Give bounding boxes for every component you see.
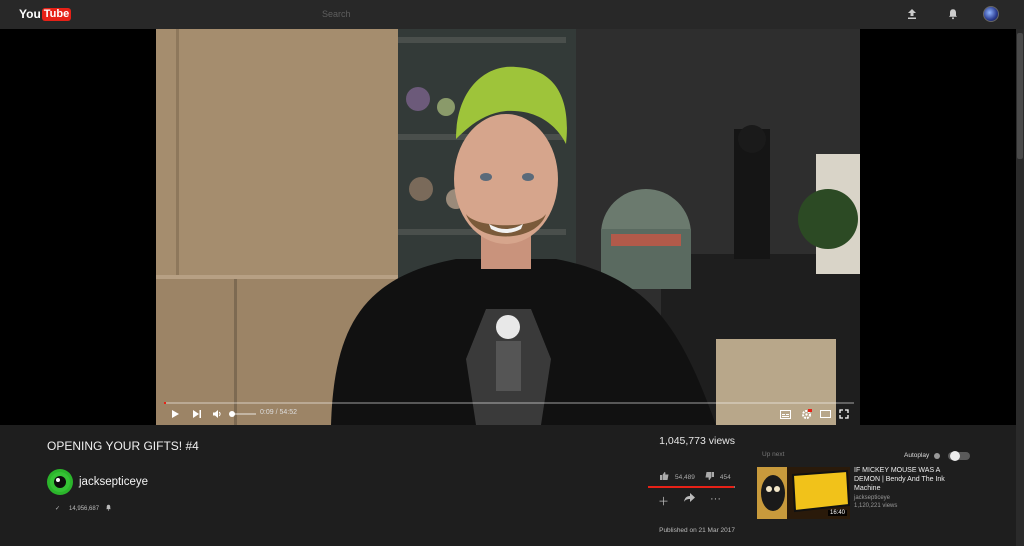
like-dislike-row: 54,489 454: [660, 472, 731, 482]
video-title: OPENING YOUR GIFTS! #4: [47, 439, 199, 453]
upload-icon[interactable]: [904, 6, 920, 22]
account-avatar[interactable]: [983, 6, 999, 22]
search-input[interactable]: [322, 6, 702, 22]
publish-date: Published on 21 Mar 2017: [659, 527, 735, 534]
channel-avatar[interactable]: [47, 469, 73, 495]
recommendation-duration: 16:40: [827, 510, 847, 516]
logo-you-text: You: [19, 7, 41, 21]
subtitles-icon[interactable]: [779, 408, 791, 420]
like-ratio-bar: [648, 486, 735, 488]
autoplay-toggle-knob[interactable]: [950, 451, 960, 461]
settings-gear-icon[interactable]: [800, 408, 812, 420]
logo-tube-text: Tube: [41, 7, 72, 21]
dislike-ratio-fill: [734, 486, 735, 488]
page-scrollbar-thumb[interactable]: [1017, 33, 1023, 159]
notifications-bell-icon[interactable]: [945, 6, 961, 22]
video-info-section: OPENING YOUR GIFTS! #4 1,045,773 views j…: [0, 425, 1016, 546]
channel-name[interactable]: jacksepticeye: [79, 476, 148, 488]
volume-knob[interactable]: [229, 411, 235, 417]
video-actions: ＋ ···: [658, 493, 721, 509]
top-bar: You Tube: [0, 0, 1024, 29]
play-icon[interactable]: [169, 408, 181, 420]
player-controls: 0:09 / 54:52: [156, 399, 860, 425]
thumbs-up-icon[interactable]: [660, 472, 669, 482]
recommendation-channel: jacksepticeye: [854, 495, 891, 501]
player-stage: 0:09 / 54:52: [0, 29, 1024, 425]
volume-icon[interactable]: [211, 408, 223, 420]
view-count: 1,045,773 views: [659, 435, 735, 447]
dislike-count: 454: [719, 473, 731, 481]
info-icon[interactable]: [934, 452, 941, 459]
fullscreen-icon[interactable]: [838, 408, 850, 420]
like-count: 54,489: [675, 473, 695, 481]
share-icon[interactable]: [684, 493, 695, 509]
recommendation-views: 1,120,221 views: [854, 503, 898, 509]
autoplay-label: Autoplay: [904, 452, 930, 459]
subscription-row: ✓ 14,956,687: [55, 504, 112, 513]
time-display: 0:09 / 54:52: [260, 409, 297, 416]
subscribed-check-icon[interactable]: ✓: [55, 505, 60, 512]
subscriber-count: 14,956,687: [69, 505, 100, 512]
add-to-icon[interactable]: ＋: [658, 493, 669, 509]
notification-bell-icon[interactable]: [105, 504, 112, 513]
up-next-label: Up next: [762, 451, 785, 458]
theater-mode-icon[interactable]: [819, 408, 831, 420]
progress-bar[interactable]: [164, 402, 854, 404]
thumbs-down-icon[interactable]: [705, 472, 714, 482]
recommendation-thumbnail[interactable]: 16:40: [757, 467, 850, 519]
video-frame[interactable]: 0:09 / 54:52: [156, 29, 860, 425]
youtube-logo[interactable]: You Tube: [19, 7, 72, 21]
autoplay-label-row: Autoplay: [904, 452, 941, 459]
progress-fill: [164, 402, 167, 404]
video-still: [156, 29, 860, 425]
more-options-icon[interactable]: ···: [710, 493, 721, 509]
recommendation-title[interactable]: IF MICKEY MOUSE WAS A DEMON | Bendy And …: [854, 466, 964, 493]
next-video-icon[interactable]: [191, 408, 203, 420]
